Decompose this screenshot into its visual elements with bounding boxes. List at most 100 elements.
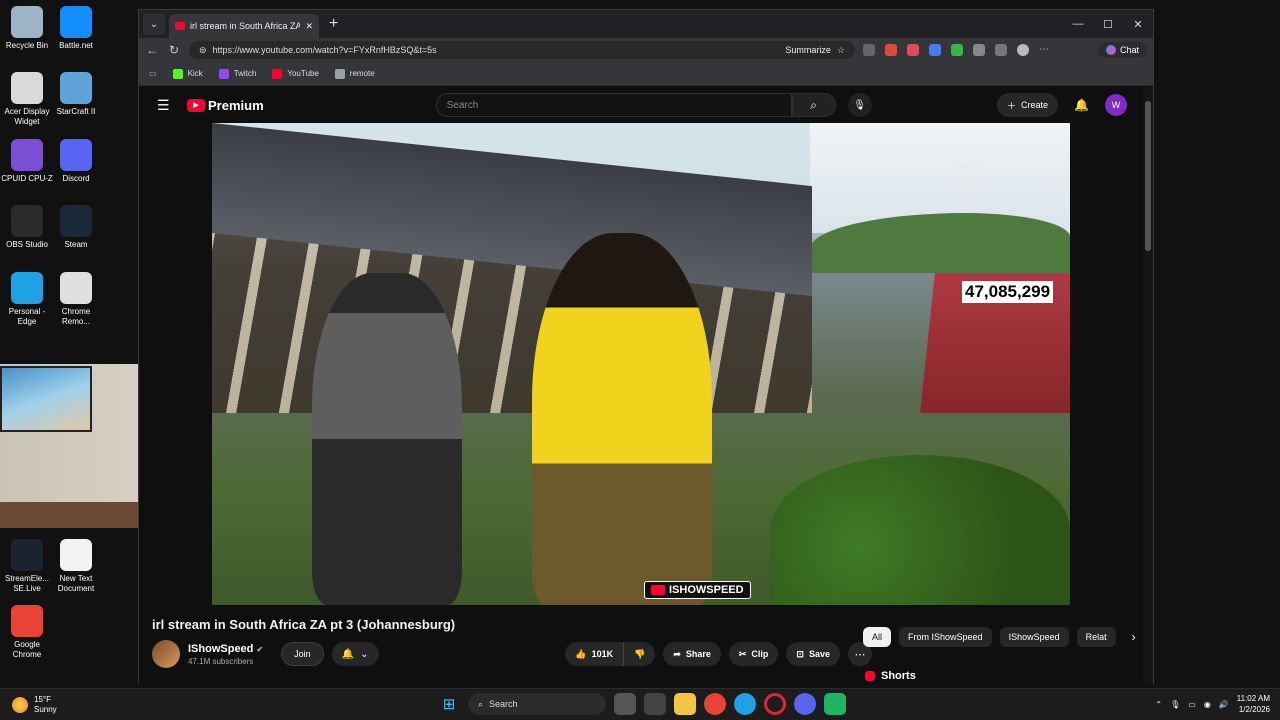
youtube-logo[interactable]: ▶ Premium bbox=[187, 98, 264, 113]
desktop-shortcut[interactable]: OBS Studio bbox=[0, 205, 54, 250]
tab-title: irl stream in South Africa ZA pt bbox=[190, 21, 301, 31]
profile-icon[interactable] bbox=[1017, 44, 1029, 56]
desktop-shortcut[interactable]: Battle.net bbox=[49, 6, 103, 51]
discord-icon[interactable] bbox=[794, 693, 816, 715]
settings-icon[interactable] bbox=[973, 44, 985, 56]
desktop-shortcut[interactable]: Discord bbox=[49, 139, 103, 184]
search-button[interactable]: ⌕ bbox=[791, 93, 836, 117]
extension-icon[interactable] bbox=[951, 44, 963, 56]
clock[interactable]: 11:02 AM 1/2/2026 bbox=[1237, 693, 1270, 715]
scrollbar-thumb[interactable] bbox=[1145, 101, 1151, 251]
tab-youtube[interactable]: irl stream in South Africa ZA pt ✕ bbox=[169, 14, 319, 38]
desktop-shortcut[interactable]: Acer Display Widget bbox=[0, 72, 54, 127]
menu-hamburger-icon[interactable]: ☰ bbox=[157, 97, 179, 114]
microphone-icon[interactable]: 🎙 bbox=[1170, 700, 1180, 709]
join-button[interactable]: Join bbox=[281, 642, 324, 666]
subscription-bell-button[interactable]: 🔔 ⌄ bbox=[331, 642, 379, 666]
chrome-icon[interactable] bbox=[704, 693, 726, 715]
voice-search-button[interactable]: 🎙 bbox=[847, 93, 872, 117]
widgets-icon[interactable] bbox=[644, 693, 666, 715]
filter-chip[interactable]: From IShowSpeed bbox=[899, 627, 992, 647]
site-info-icon[interactable]: ⊜ bbox=[199, 45, 207, 56]
chevron-up-icon[interactable]: ⌃ bbox=[1155, 700, 1162, 709]
bookmark-item[interactable]: remote bbox=[334, 68, 375, 79]
minimize-button[interactable]: — bbox=[1063, 18, 1093, 31]
tab-search-icon[interactable]: ⌄ bbox=[143, 13, 165, 35]
bookmark-item[interactable]: YouTube bbox=[272, 68, 319, 79]
clock-time: 11:02 AM bbox=[1236, 694, 1270, 703]
tab-close-icon[interactable]: ✕ bbox=[305, 21, 313, 32]
favorites-icon[interactable] bbox=[995, 44, 1007, 56]
create-label: Create bbox=[1021, 100, 1049, 110]
edge-icon[interactable] bbox=[734, 693, 756, 715]
recommendation-chips: All From IShowSpeed IShowSpeed Relat › bbox=[863, 627, 1136, 647]
reload-button[interactable]: ↻ bbox=[167, 43, 181, 57]
obs-icon bbox=[11, 205, 43, 237]
desktop-shortcut[interactable]: StreamEle... SE.Live bbox=[0, 539, 54, 594]
desktop-shortcut-label: New Text Document bbox=[57, 574, 95, 593]
desktop-shortcut[interactable]: CPUID CPU-Z bbox=[0, 139, 54, 184]
notifications-bell-icon[interactable]: 🔔 bbox=[1074, 98, 1089, 112]
edge-icon bbox=[11, 272, 43, 304]
network-icon[interactable]: ◉ bbox=[1204, 700, 1211, 709]
save-button[interactable]: ⊡ Save bbox=[786, 642, 840, 666]
maximize-button[interactable]: ☐ bbox=[1093, 18, 1123, 31]
address-bar[interactable]: ⊜ https://www.youtube.com/watch?v=FYxRnf… bbox=[189, 41, 855, 59]
new-tab-button[interactable]: + bbox=[329, 15, 338, 33]
extension-icon[interactable] bbox=[929, 44, 941, 56]
account-avatar[interactable]: W bbox=[1105, 94, 1127, 116]
desktop-shortcut[interactable]: New Text Document bbox=[49, 539, 103, 594]
close-window-button[interactable]: ✕ bbox=[1123, 18, 1153, 31]
desktop-shortcut[interactable]: Steam bbox=[49, 205, 103, 250]
dislike-button[interactable]: 👎 bbox=[624, 642, 656, 666]
search-input[interactable]: Search bbox=[435, 93, 792, 117]
streamelements-icon bbox=[11, 539, 43, 571]
task-view-icon[interactable] bbox=[614, 693, 636, 715]
back-button[interactable]: ← bbox=[145, 43, 159, 57]
desktop-shortcut[interactable]: Recycle Bin bbox=[0, 6, 54, 51]
clip-button[interactable]: ✂ Clip bbox=[728, 642, 779, 666]
extension-icon[interactable] bbox=[907, 44, 919, 56]
chevron-right-icon[interactable]: › bbox=[1132, 630, 1136, 644]
display-icon[interactable]: ▭ bbox=[1188, 700, 1196, 709]
desktop-shortcut[interactable]: Personal - Edge bbox=[0, 272, 54, 327]
weather-widget[interactable]: 15°F Sunny bbox=[12, 695, 57, 715]
favorite-star-icon[interactable]: ☆ bbox=[837, 45, 845, 56]
video-player[interactable]: @Charm_p... @Josephy... @trainlov... @Jenny… bbox=[212, 123, 1070, 605]
more-menu-icon[interactable]: ⋯ bbox=[1039, 44, 1051, 56]
bookmarks-bar: ▭ Kick Twitch YouTube remote bbox=[139, 62, 1153, 86]
video-actions: 👍 101K 👎 ➦ Share ✂ Clip ⊡ Save ⋯ bbox=[565, 642, 872, 666]
taskbar-search-label: Search bbox=[489, 699, 518, 709]
extension-icon[interactable] bbox=[885, 44, 897, 56]
page-scrollbar[interactable] bbox=[1143, 87, 1153, 685]
copilot-chat-button[interactable]: Chat bbox=[1097, 42, 1147, 58]
volume-icon[interactable]: 🔊 bbox=[1219, 700, 1229, 709]
bookmark-favicon-icon bbox=[218, 68, 229, 79]
channel-avatar[interactable] bbox=[152, 640, 180, 668]
app-icon[interactable] bbox=[824, 693, 846, 715]
discord-icon bbox=[60, 139, 92, 171]
sun-icon bbox=[12, 696, 28, 713]
taskbar-search[interactable]: ⌕ Search bbox=[468, 693, 606, 715]
desktop-shortcut[interactable]: StarCraft II bbox=[49, 72, 103, 117]
filter-chip[interactable]: IShowSpeed bbox=[999, 627, 1069, 647]
share-button[interactable]: ➦ Share bbox=[663, 642, 721, 666]
stream-chat-overlay: @Charm_p... @Josephy... @trainlov... @Jenny… bbox=[957, 143, 1067, 273]
summarize-button[interactable]: Summarize bbox=[785, 45, 831, 55]
bookmarks-menu-icon[interactable]: ▭ bbox=[149, 69, 157, 78]
opera-icon[interactable] bbox=[764, 693, 786, 715]
channel-name[interactable]: IShowSpeed ✔ bbox=[188, 643, 263, 655]
filter-chip[interactable]: Relat bbox=[1076, 627, 1116, 647]
create-button[interactable]: ＋ Create bbox=[997, 93, 1059, 117]
start-button[interactable]: ⊞ bbox=[438, 693, 460, 715]
bookmark-item[interactable]: Twitch bbox=[218, 68, 256, 79]
desktop-shortcut[interactable]: Google Chrome bbox=[0, 605, 54, 660]
desktop-shortcut[interactable]: Chrome Remo... bbox=[49, 272, 103, 327]
filter-chip[interactable]: All bbox=[863, 627, 892, 647]
extension-icon[interactable] bbox=[863, 44, 875, 56]
file-explorer-icon[interactable] bbox=[674, 693, 696, 715]
verified-icon: ✔ bbox=[256, 644, 264, 654]
bookmark-item[interactable]: Kick bbox=[172, 68, 203, 79]
like-button[interactable]: 👍 101K bbox=[565, 642, 625, 666]
video-streamer bbox=[532, 233, 712, 605]
